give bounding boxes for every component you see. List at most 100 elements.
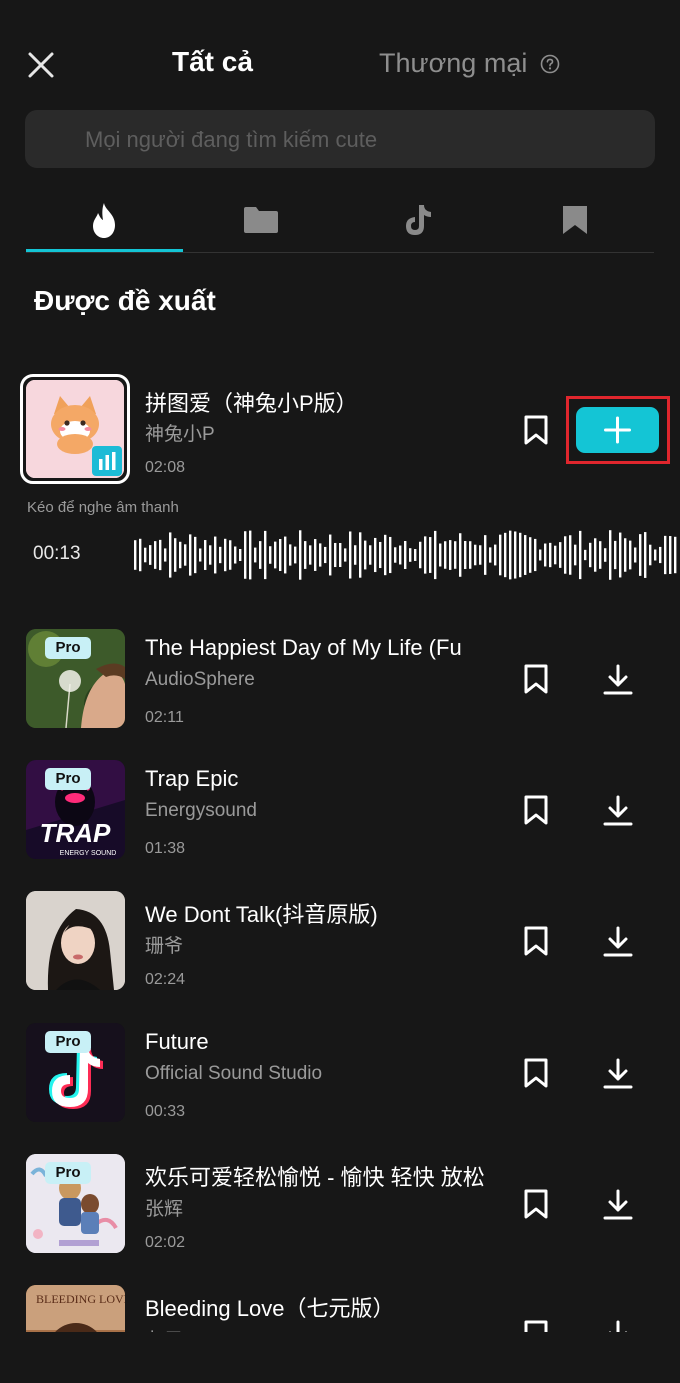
track-duration: 02:11 [145, 709, 184, 726]
drag-hint: Kéo để nghe âm thanh [27, 499, 179, 516]
download-button[interactable] [601, 1057, 635, 1091]
download-button[interactable] [601, 794, 635, 828]
bookmark-outline-icon [524, 1058, 548, 1088]
tab-divider [26, 252, 654, 253]
bookmark-button[interactable] [521, 1319, 551, 1332]
download-button[interactable] [601, 1319, 635, 1332]
waveform-bar [499, 534, 502, 576]
waveform-bar [269, 546, 272, 564]
active-tab-indicator [26, 249, 183, 252]
bookmark-button[interactable] [521, 1188, 551, 1220]
download-button[interactable] [601, 663, 635, 697]
bleeding-love-cover: BLEEDING LOVE [26, 1285, 125, 1332]
track-thumbnail: BLEEDING LOVE [26, 1285, 125, 1332]
track-duration: 02:24 [145, 971, 186, 988]
download-icon [603, 795, 633, 826]
waveform-bar [494, 544, 497, 566]
waveform-bar [289, 544, 292, 566]
waveform-bar [474, 544, 477, 566]
waveform-bar [634, 547, 637, 563]
waveform-bar [344, 548, 347, 562]
waveform-bar [409, 548, 412, 562]
playing-indicator [92, 446, 122, 476]
waveform-bar [134, 540, 137, 570]
tab-commercial[interactable]: Thương mại [379, 48, 527, 79]
track-title: 欢乐可爱轻松愉悦 - 愉快 轻快 放松 [145, 1165, 485, 1190]
waveform-bar [529, 537, 532, 573]
tab-trending[interactable] [26, 190, 182, 250]
tab-all[interactable]: Tất cả [172, 46, 253, 78]
waveform-bar [619, 532, 622, 578]
waveform-bar [509, 530, 512, 580]
download-icon [608, 1320, 628, 1332]
tab-folder[interactable] [183, 190, 339, 250]
close-button[interactable] [22, 46, 62, 86]
waveform-bar [194, 536, 197, 574]
waveform-bar [574, 544, 577, 566]
waveform-bar [519, 532, 522, 578]
equalizer-icon [99, 452, 116, 470]
list-item[interactable]: Pro 欢乐可爱轻松愉悦 - 愉快 轻快 放松 张辉 02:02 [0, 1154, 680, 1264]
waveform-bar [579, 530, 582, 580]
list-item[interactable]: Pro Future Official Sound Studio 00:33 [0, 1023, 680, 1133]
waveform-bar [314, 539, 317, 571]
waveform-bar [144, 547, 147, 563]
download-button[interactable] [601, 1188, 635, 1222]
bookmark-button[interactable] [521, 925, 551, 957]
track-duration: 00:33 [145, 1103, 186, 1120]
waveform-bar [609, 530, 612, 580]
list-item[interactable]: We Dont Talk(抖音原版) 珊爷 02:24 [0, 891, 680, 1001]
waveform-bar [544, 543, 547, 567]
bookmark-button[interactable] [521, 663, 551, 695]
bookmark-outline-icon [524, 1189, 548, 1219]
waveform-bar [419, 541, 422, 569]
list-item[interactable]: TRAP ENERGY SOUND Pro Trap Epic Energyso… [0, 760, 680, 870]
pro-badge: Pro [45, 768, 91, 790]
waveform-bar [674, 536, 677, 574]
waveform-bar [179, 541, 182, 569]
list-item[interactable]: Pro The Happiest Day of My Life (Fu Audi… [0, 629, 680, 739]
track-artist: AudioSphere [145, 669, 255, 690]
waveform-bar [564, 536, 567, 574]
bookmark-button[interactable] [521, 794, 551, 826]
track-artist: Energysound [145, 800, 257, 821]
waveform-bar [359, 532, 362, 578]
waveform-bar [669, 536, 672, 574]
waveform-bar [479, 545, 482, 565]
track-title: The Happiest Day of My Life (Fu [145, 635, 462, 660]
waveform-bar [154, 541, 157, 569]
track-artist: Official Sound Studio [145, 1063, 323, 1084]
waveform-bar [644, 532, 647, 578]
search-input[interactable] [83, 124, 627, 156]
waveform-bar [554, 545, 557, 565]
pro-badge: Pro [45, 637, 91, 659]
waveform-bar [444, 541, 447, 569]
bookmark-outline-icon [524, 415, 548, 445]
track-thumbnail [26, 380, 124, 478]
waveform-bar [429, 537, 432, 573]
download-icon [603, 1189, 633, 1220]
track-artist: 神兔小P [145, 424, 215, 445]
list-clip: BLEEDING LOVE Bleeding Love（七元版） 七元 [0, 1285, 680, 1332]
list-item[interactable]: BLEEDING LOVE Bleeding Love（七元版） 七元 [0, 1285, 680, 1332]
waveform-bar [369, 545, 372, 565]
bookmark-outline-icon [524, 664, 548, 694]
waveform-bar [454, 541, 457, 569]
waveform-bar [169, 532, 172, 578]
add-to-project-button[interactable] [576, 407, 659, 453]
waveform-bar [274, 541, 277, 569]
bookmark-button[interactable] [521, 1057, 551, 1089]
tab-saved[interactable] [497, 190, 653, 250]
help-icon[interactable] [540, 54, 560, 74]
download-icon [603, 664, 633, 695]
search-bar[interactable] [25, 110, 655, 168]
tab-tiktok[interactable] [340, 190, 496, 250]
waveform-bar [224, 538, 227, 572]
audio-waveform[interactable] [132, 528, 680, 582]
bookmark-button[interactable] [521, 414, 551, 446]
waveform-bar [539, 549, 542, 561]
waveform-bar [439, 543, 442, 567]
waveform-bar [149, 545, 152, 565]
waveform-bar [639, 534, 642, 576]
download-button[interactable] [601, 925, 635, 959]
